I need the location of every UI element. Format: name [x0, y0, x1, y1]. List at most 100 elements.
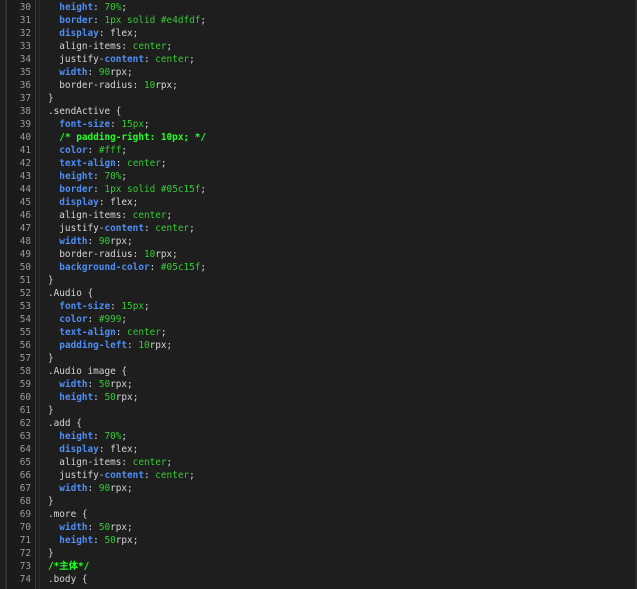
code-text[interactable]: .add { — [48, 417, 82, 430]
code-line[interactable]: 44 border: 1px solid #05c15f; — [0, 183, 637, 196]
code-text[interactable]: } — [48, 404, 54, 417]
code-line[interactable]: 66 justify-content: center; — [0, 469, 637, 482]
code-text[interactable]: text-align: center; — [48, 157, 166, 170]
code-text[interactable]: justify-content: center; — [48, 222, 195, 235]
code-line[interactable]: 37} — [0, 92, 637, 105]
code-line[interactable]: 45 display: flex; — [0, 196, 637, 209]
code-line[interactable]: 72} — [0, 547, 637, 560]
code-text[interactable]: font-size: 15px; — [48, 300, 149, 313]
code-lines[interactable]: 30 height: 70%; 31 border: 1px solid #e4d… — [0, 1, 637, 586]
code-line[interactable]: 43 height: 70%; — [0, 170, 637, 183]
code-line[interactable]: 69 .more { — [0, 508, 637, 521]
code-text[interactable]: height: 70%; — [48, 430, 127, 443]
code-line[interactable]: 71 height: 50rpx; — [0, 534, 637, 547]
code-text[interactable]: align-items: center; — [48, 40, 172, 53]
code-text[interactable]: } — [48, 547, 54, 560]
code-text[interactable]: height: 70%; — [48, 1, 127, 14]
code-line[interactable]: 33 align-items: center; — [0, 40, 637, 53]
code-text[interactable]: border: 1px solid #05c15f; — [48, 183, 206, 196]
code-line[interactable]: 42 text-align: center; — [0, 157, 637, 170]
code-line[interactable]: 67 width: 90rpx; — [0, 482, 637, 495]
code-line[interactable]: 50 background-color: #05c15f; — [0, 261, 637, 274]
code-line[interactable]: 65 align-items: center; — [0, 456, 637, 469]
code-line[interactable]: 51} — [0, 274, 637, 287]
code-line[interactable]: 73 /*主体*/ — [0, 560, 637, 573]
code-line[interactable]: 56 padding-left: 10rpx; — [0, 339, 637, 352]
code-text[interactable]: color: #fff; — [48, 144, 127, 157]
code-text[interactable]: width: 50rpx; — [48, 378, 132, 391]
code-text[interactable]: /* padding-right: 10px; */ — [48, 131, 206, 144]
code-text[interactable]: height: 50rpx; — [48, 391, 138, 404]
code-text[interactable]: width: 90rpx; — [48, 66, 132, 79]
code-text[interactable]: background-color: #05c15f; — [48, 261, 206, 274]
code-text[interactable]: color: #999; — [48, 313, 127, 326]
code-line[interactable]: 59 width: 50rpx; — [0, 378, 637, 391]
code-token: : — [110, 301, 122, 312]
code-line[interactable]: 32 display: flex; — [0, 27, 637, 40]
code-line[interactable]: 30 height: 70%; — [0, 1, 637, 14]
code-text[interactable]: width: 50rpx; — [48, 521, 132, 534]
code-text[interactable]: .more { — [48, 508, 88, 521]
code-text[interactable]: justify-content: center; — [48, 469, 195, 482]
code-line[interactable]: 61} — [0, 404, 637, 417]
code-line[interactable]: 60 height: 50rpx; — [0, 391, 637, 404]
code-text[interactable]: width: 90rpx; — [48, 482, 132, 495]
code-text[interactable]: .Audio { — [48, 287, 93, 300]
code-text[interactable]: /*主体*/ — [48, 560, 89, 573]
code-text[interactable]: padding-left: 10rpx; — [48, 339, 172, 352]
code-line[interactable]: 57} — [0, 352, 637, 365]
line-number: 59 — [19, 379, 31, 390]
code-line[interactable]: 34 justify-content: center; — [0, 53, 637, 66]
code-line[interactable]: 39 font-size: 15px; — [0, 118, 637, 131]
code-text[interactable]: display: flex; — [48, 443, 138, 456]
code-line[interactable]: 35 width: 90rpx; — [0, 66, 637, 79]
code-text[interactable]: width: 90rpx; — [48, 235, 133, 248]
code-text[interactable]: } — [48, 352, 54, 365]
code-token: text-align — [59, 158, 116, 169]
code-token: ; — [200, 15, 207, 26]
code-line[interactable]: 47 justify-content: center; — [0, 222, 637, 235]
code-token: rpx; — [110, 236, 133, 247]
code-line[interactable]: 64 display: flex; — [0, 443, 637, 456]
code-token: : — [110, 119, 122, 130]
code-line[interactable]: 36 border-radius: 10rpx; — [0, 79, 637, 92]
code-text[interactable]: align-items: center; — [48, 456, 172, 469]
code-line[interactable]: 31 border: 1px solid #e4dfdf; — [0, 14, 637, 27]
code-text[interactable]: border-radius: 10rpx; — [48, 79, 178, 92]
code-text[interactable]: border-radius: 10rpx; — [48, 248, 178, 261]
code-text[interactable]: } — [48, 92, 54, 105]
code-line[interactable]: 74 .body { — [0, 573, 637, 586]
code-line[interactable]: 52 .Audio { — [0, 287, 637, 300]
code-line[interactable]: 54 color: #999; — [0, 313, 637, 326]
code-editor[interactable]: 30 height: 70%; 31 border: 1px solid #e4d… — [0, 0, 637, 589]
code-text[interactable]: display: flex; — [48, 27, 138, 40]
code-line[interactable]: 49 border-radius: 10rpx; — [0, 248, 637, 261]
code-line[interactable]: 62 .add { — [0, 417, 637, 430]
code-line[interactable]: 46 align-items: center; — [0, 209, 637, 222]
code-text[interactable]: .body { — [48, 573, 88, 586]
code-text[interactable]: .Audio image { — [48, 365, 127, 378]
code-text[interactable]: height: 70%; — [48, 170, 127, 183]
code-line[interactable]: 70 width: 50rpx; — [0, 521, 637, 534]
code-text[interactable]: } — [48, 495, 54, 508]
code-text[interactable]: border: 1px solid #e4dfdf; — [48, 14, 206, 27]
code-text[interactable]: text-align: center; — [48, 326, 166, 339]
code-line[interactable]: 63 height: 70%; — [0, 430, 637, 443]
code-line[interactable]: 48 width: 90rpx; — [0, 235, 637, 248]
code-text[interactable]: justify-content: center; — [48, 53, 195, 66]
code-text[interactable]: align-items: center; — [48, 209, 172, 222]
code-line[interactable]: 68} — [0, 495, 637, 508]
code-line[interactable]: 55 text-align: center; — [0, 326, 637, 339]
code-token: } — [48, 93, 54, 104]
code-line[interactable]: 53 font-size: 15px; — [0, 300, 637, 313]
code-text[interactable]: font-size: 15px; — [48, 118, 149, 131]
code-line[interactable]: 38 .sendActive { — [0, 105, 637, 118]
code-text[interactable]: display: flex; — [48, 196, 138, 209]
code-text[interactable]: .sendActive { — [48, 105, 121, 118]
code-line[interactable]: 40 /* padding-right: 10px; */ — [0, 131, 637, 144]
code-text[interactable]: height: 50rpx; — [48, 534, 138, 547]
code-line[interactable]: 58 .Audio image { — [0, 365, 637, 378]
code-text[interactable]: } — [48, 274, 54, 287]
code-token: display — [59, 444, 99, 455]
code-line[interactable]: 41 color: #fff; — [0, 144, 637, 157]
